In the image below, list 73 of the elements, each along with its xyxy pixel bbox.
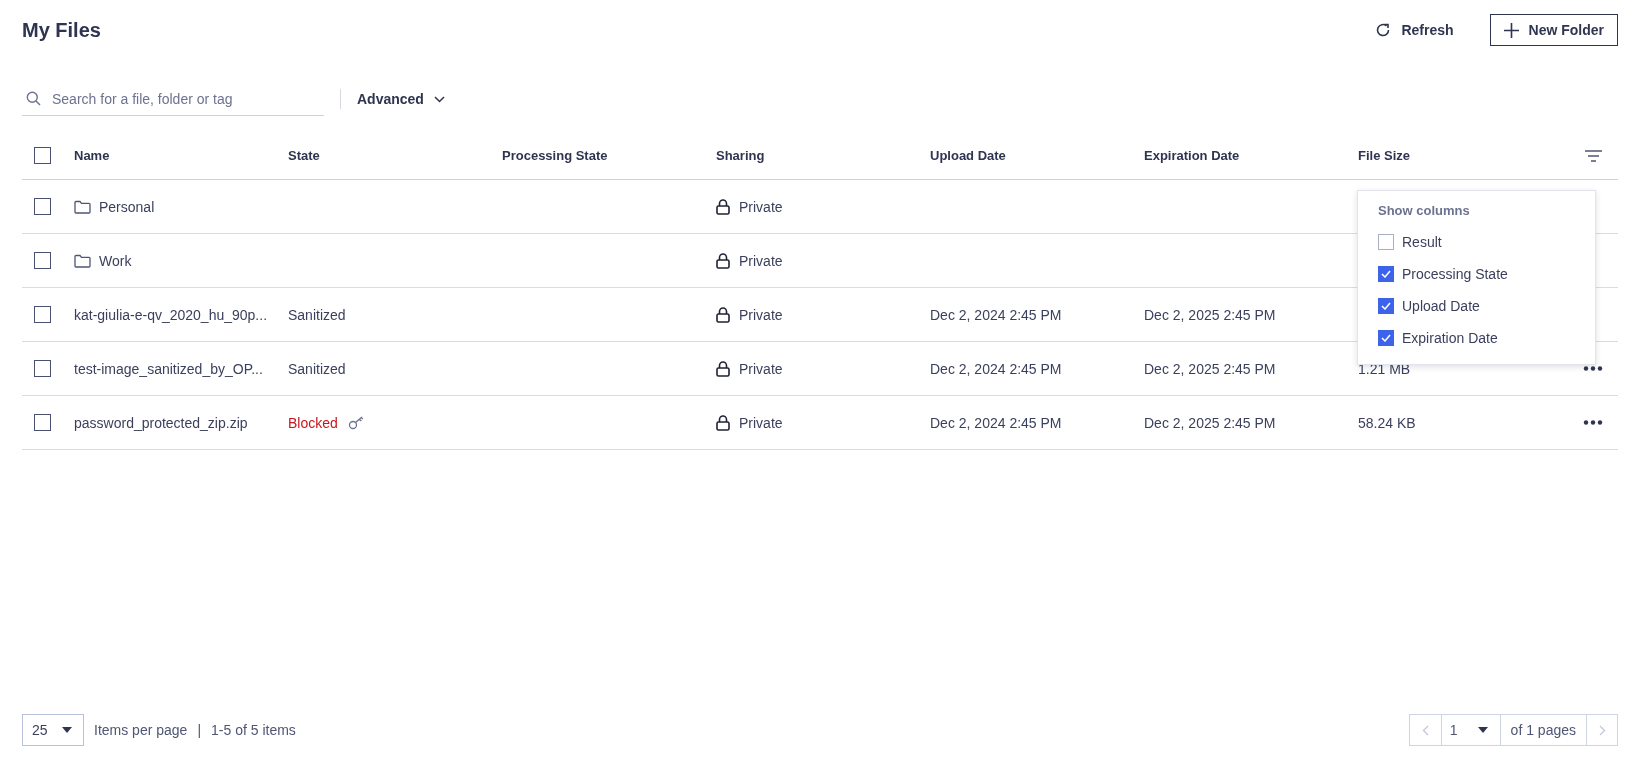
per-page-select[interactable]: 25 [22, 714, 84, 746]
column-header: Upload Date [930, 148, 1007, 163]
name-cell[interactable]: Work [74, 252, 288, 269]
sharing-text: Private [739, 252, 783, 269]
checkbox[interactable] [34, 360, 51, 377]
lock-icon [716, 414, 730, 431]
upload-date-cell: Dec 2, 2024 2:45 PM [930, 414, 1062, 431]
sharing-text: Private [739, 306, 783, 323]
checkbox[interactable] [1378, 234, 1394, 250]
checkbox[interactable] [34, 198, 51, 215]
filter-icon[interactable] [1584, 149, 1602, 162]
state-text: Blocked [288, 414, 338, 431]
name-cell[interactable]: test-image_sanitized_by_OP... [74, 360, 288, 377]
checkbox[interactable] [34, 414, 51, 431]
sharing-text: Private [739, 360, 783, 377]
lock-icon [716, 198, 730, 215]
name-cell[interactable]: password_protected_zip.zip [74, 414, 288, 431]
refresh-icon [1375, 22, 1392, 38]
column-header: Expiration Date [1144, 148, 1241, 163]
folder-icon [74, 199, 91, 214]
page-select[interactable]: 1 [1440, 715, 1501, 745]
menu-item[interactable]: Upload Date [1402, 298, 1480, 314]
column-header: Name [74, 148, 111, 163]
chevron-down-icon [433, 95, 445, 103]
name-cell[interactable]: Personal [74, 198, 288, 215]
checkbox[interactable] [1378, 298, 1394, 314]
column-header: State [288, 148, 321, 163]
lock-icon [716, 306, 730, 323]
checkmark-icon [1381, 334, 1391, 342]
expiration-date-cell: Dec 2, 2025 2:45 PM [1144, 306, 1276, 323]
checkbox[interactable] [34, 306, 51, 323]
checkmark-icon [1381, 302, 1391, 310]
caret-icon [1477, 727, 1488, 733]
checkbox[interactable] [34, 252, 51, 269]
column-header: File Size [1358, 148, 1412, 163]
checkbox[interactable] [1378, 330, 1394, 346]
column-header: Processing State [502, 148, 609, 163]
menu-item[interactable]: Expiration Date [1402, 330, 1498, 346]
more-icon[interactable] [1583, 366, 1603, 371]
upload-date-cell: Dec 2, 2024 2:45 PM [930, 360, 1062, 377]
lock-icon [716, 252, 730, 269]
plus-icon [1503, 22, 1519, 38]
advanced-button[interactable]: Advanced [357, 91, 445, 107]
name-cell[interactable]: kat-giulia-e-qv_2020_hu_90p... [74, 306, 288, 323]
menu-title: Show columns [1378, 203, 1471, 218]
new-folder-button[interactable]: New Folder [1489, 14, 1618, 46]
checkbox[interactable] [34, 147, 51, 164]
checkmark-icon [1381, 270, 1391, 278]
state-text: Sanitized [288, 306, 346, 323]
expiration-date-cell: Dec 2, 2025 2:45 PM [1144, 360, 1276, 377]
page-count: of 1 pages [1509, 722, 1577, 738]
divider-text: | [197, 722, 202, 738]
folder-icon [74, 253, 91, 268]
menu-item[interactable]: Processing State [1402, 266, 1508, 282]
chevron-left-icon [1421, 724, 1429, 736]
chevron-right-icon [1598, 724, 1606, 736]
expiration-date-cell: Dec 2, 2025 2:45 PM [1144, 414, 1276, 431]
file-size-cell: 58.24 KB [1358, 414, 1416, 431]
upload-date-cell: Dec 2, 2024 2:45 PM [930, 306, 1062, 323]
checkbox[interactable] [1378, 266, 1394, 282]
state-text: Sanitized [288, 360, 346, 377]
key-icon [347, 415, 365, 430]
item-range: 1-5 of 5 items [211, 722, 296, 738]
page-title: My Files [22, 18, 101, 42]
sharing-text: Private [739, 198, 783, 215]
lock-icon [716, 360, 730, 377]
sharing-text: Private [739, 414, 783, 431]
more-icon[interactable] [1583, 420, 1603, 425]
column-header: Sharing [716, 148, 766, 163]
items-per-page-label: Items per page [94, 722, 188, 738]
caret-icon [61, 727, 72, 733]
search-icon [26, 91, 41, 106]
menu-item[interactable]: Result [1402, 234, 1442, 250]
